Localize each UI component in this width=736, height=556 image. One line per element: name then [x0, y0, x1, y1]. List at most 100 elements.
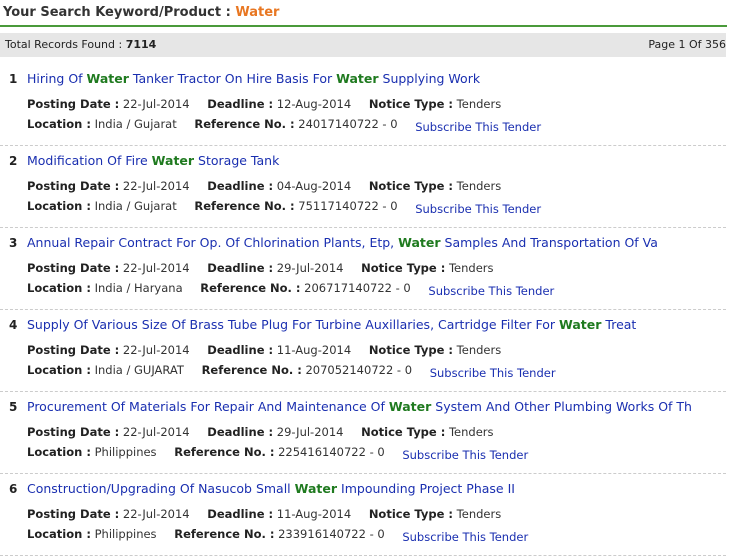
tender-number: 5: [9, 400, 18, 414]
total-records: Total Records Found : 7114: [5, 33, 156, 57]
notice-type-label: Notice Type :: [368, 179, 454, 193]
location-value: India / Gujarat: [94, 117, 177, 131]
tender-meta-row: Posting Date : 22-Jul-2014 Deadline : 11…: [27, 343, 501, 357]
tender-meta-row: Posting Date : 22-Jul-2014 Deadline : 29…: [27, 261, 494, 275]
title-keyword-highlight: Water: [559, 317, 602, 332]
deadline-label: Deadline :: [207, 97, 274, 111]
deadline-label: Deadline :: [207, 425, 274, 439]
tender-number: 6: [9, 482, 18, 496]
page-indicator: Page 1 Of 356: [648, 38, 726, 51]
reference-value: 206717140722 - 0: [304, 281, 411, 295]
deadline-value: 29-Jul-2014: [276, 425, 344, 439]
tender-location-row: Location : India / Haryana Reference No.…: [27, 281, 554, 298]
deadline-label: Deadline :: [207, 343, 274, 357]
title-keyword-highlight: Water: [388, 399, 432, 414]
tender-list: 1 Hiring Of Water Tanker Tractor On Hire…: [0, 64, 726, 556]
tender-title-link[interactable]: Modification Of Fire Water Storage Tank: [27, 153, 279, 168]
search-keyword-label: Your Search Keyword/Product :: [3, 5, 231, 20]
subscribe-tender-link[interactable]: Subscribe This Tender: [415, 202, 541, 216]
location-label: Location :: [27, 281, 91, 295]
deadline-label: Deadline :: [207, 507, 274, 521]
reference-label: Reference No. :: [174, 445, 275, 459]
results-summary-bar: Total Records Found : 7114 Page 1 Of 356: [0, 33, 726, 57]
title-text: Tanker Tractor On Hire Basis For: [128, 71, 337, 86]
posting-date-value: 22-Jul-2014: [122, 261, 190, 275]
tender-title-link[interactable]: Construction/Upgrading Of Nasucob Small …: [27, 481, 515, 496]
tender-location-row: Location : India / Gujarat Reference No.…: [27, 199, 541, 216]
deadline-label: Deadline :: [207, 261, 274, 275]
notice-type-label: Notice Type :: [368, 97, 454, 111]
tender-meta-row: Posting Date : 22-Jul-2014 Deadline : 12…: [27, 97, 501, 111]
subscribe-tender-link[interactable]: Subscribe This Tender: [430, 366, 556, 380]
subscribe-tender-link[interactable]: Subscribe This Tender: [428, 284, 554, 298]
title-keyword-highlight: Water: [336, 71, 379, 86]
posting-date-value: 22-Jul-2014: [122, 425, 190, 439]
notice-type-label: Notice Type :: [361, 425, 446, 439]
deadline-label: Deadline :: [207, 179, 274, 193]
notice-type-label: Notice Type :: [361, 261, 446, 275]
deadline-value: 04-Aug-2014: [276, 179, 352, 193]
posting-date-label: Posting Date :: [27, 179, 120, 193]
reference-label: Reference No. :: [194, 199, 295, 213]
title-text: Construction/Upgrading Of Nasucob Small: [27, 481, 295, 496]
location-value: India / GUJARAT: [94, 363, 184, 377]
posting-date-label: Posting Date :: [27, 97, 120, 111]
tender-number: 3: [9, 236, 18, 250]
tender-list-item: 5 Procurement Of Materials For Repair An…: [0, 392, 726, 474]
notice-type-value: Tenders: [456, 179, 502, 193]
notice-type-label: Notice Type :: [368, 507, 454, 521]
subscribe-tender-link[interactable]: Subscribe This Tender: [402, 530, 528, 544]
tender-title-link[interactable]: Annual Repair Contract For Op. Of Chlori…: [27, 235, 658, 250]
tender-title-link[interactable]: Procurement Of Materials For Repair And …: [27, 399, 692, 414]
posting-date-label: Posting Date :: [27, 425, 120, 439]
tender-list-item: 2 Modification Of Fire Water Storage Tan…: [0, 146, 726, 228]
reference-value: 75117140722 - 0: [298, 199, 398, 213]
posting-date-label: Posting Date :: [27, 261, 120, 275]
location-value: Philippines: [94, 527, 157, 541]
tender-location-row: Location : India / Gujarat Reference No.…: [27, 117, 541, 134]
notice-type-value: Tenders: [456, 507, 502, 521]
reference-value: 207052140722 - 0: [305, 363, 413, 377]
tender-meta-row: Posting Date : 22-Jul-2014 Deadline : 29…: [27, 425, 494, 439]
tender-location-row: Location : Philippines Reference No. : 2…: [27, 527, 528, 544]
title-text: Storage Tank: [194, 153, 280, 168]
subscribe-tender-link[interactable]: Subscribe This Tender: [415, 120, 541, 134]
notice-type-label: Notice Type :: [368, 343, 454, 357]
tender-title-link[interactable]: Hiring Of Water Tanker Tractor On Hire B…: [27, 71, 480, 86]
deadline-value: 11-Aug-2014: [276, 507, 352, 521]
tender-number: 1: [9, 72, 18, 86]
title-keyword-highlight: Water: [86, 71, 129, 86]
location-label: Location :: [27, 363, 91, 377]
tender-list-item: 6 Construction/Upgrading Of Nasucob Smal…: [0, 474, 726, 556]
deadline-value: 29-Jul-2014: [276, 261, 344, 275]
title-text: Samples And Transportation Of Va: [440, 235, 658, 250]
title-text: Impounding Project Phase II: [337, 481, 515, 496]
title-text: Annual Repair Contract For Op. Of Chlori…: [27, 235, 399, 250]
deadline-value: 11-Aug-2014: [276, 343, 352, 357]
tender-location-row: Location : India / GUJARAT Reference No.…: [27, 363, 556, 380]
notice-type-value: Tenders: [448, 261, 494, 275]
tender-number: 4: [9, 318, 18, 332]
title-text: Treat: [601, 317, 637, 332]
reference-label: Reference No. :: [200, 281, 301, 295]
location-label: Location :: [27, 199, 91, 213]
reference-value: 233916140722 - 0: [278, 527, 385, 541]
notice-type-value: Tenders: [448, 425, 494, 439]
posting-date-value: 22-Jul-2014: [122, 97, 190, 111]
reference-value: 225416140722 - 0: [278, 445, 385, 459]
posting-date-value: 22-Jul-2014: [122, 507, 190, 521]
search-keyword-value: Water: [235, 5, 280, 20]
total-records-label: Total Records Found :: [5, 38, 123, 51]
posting-date-label: Posting Date :: [27, 343, 120, 357]
tender-meta-row: Posting Date : 22-Jul-2014 Deadline : 11…: [27, 507, 501, 521]
tender-location-row: Location : Philippines Reference No. : 2…: [27, 445, 528, 462]
title-text: Modification Of Fire: [27, 153, 152, 168]
tender-title-link[interactable]: Supply Of Various Size Of Brass Tube Plu…: [27, 317, 636, 332]
deadline-value: 12-Aug-2014: [276, 97, 352, 111]
title-text: Procurement Of Materials For Repair And …: [27, 399, 389, 414]
total-records-count: 7114: [125, 38, 157, 51]
tender-list-item: 1 Hiring Of Water Tanker Tractor On Hire…: [0, 64, 726, 146]
reference-value: 24017140722 - 0: [298, 117, 398, 131]
subscribe-tender-link[interactable]: Subscribe This Tender: [402, 448, 528, 462]
location-label: Location :: [27, 527, 91, 541]
